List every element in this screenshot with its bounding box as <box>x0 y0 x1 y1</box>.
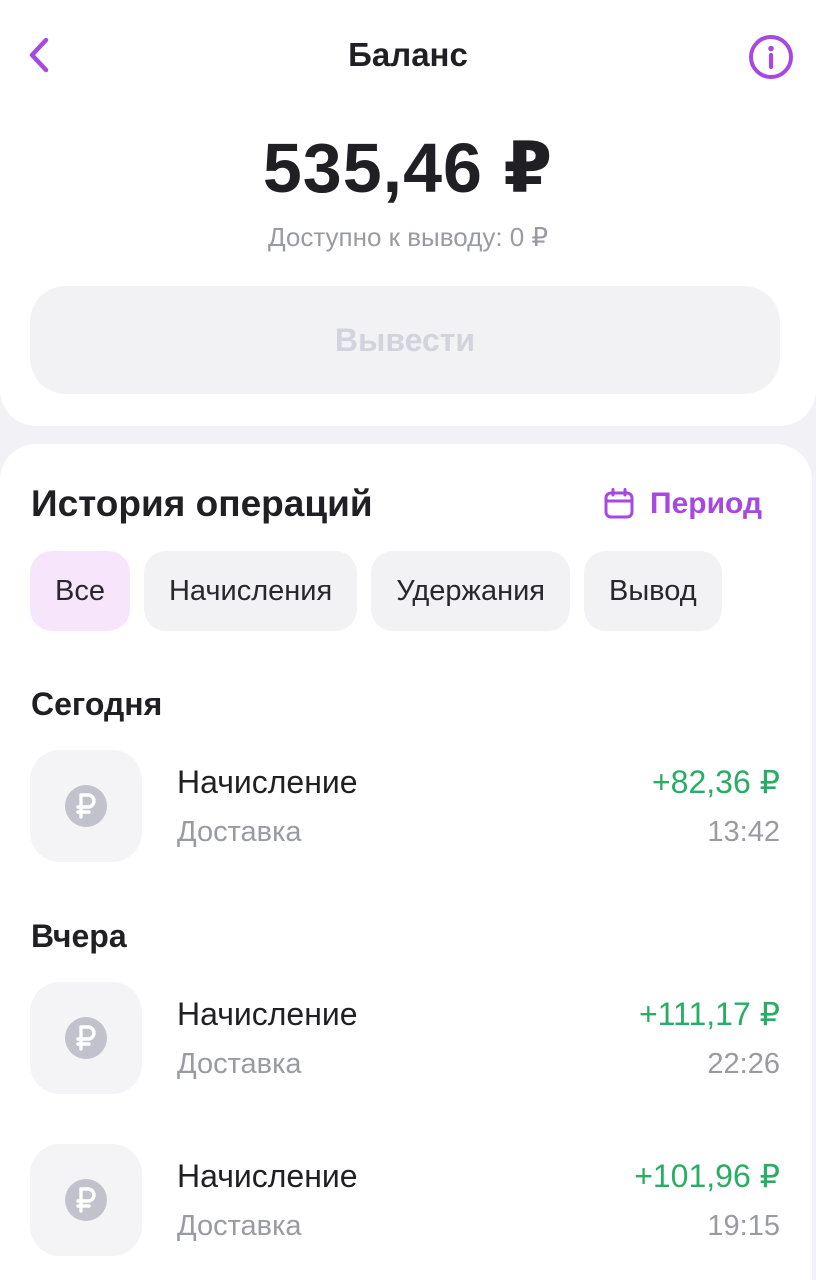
operation-title: Начисление <box>177 764 358 800</box>
balance-card: Баланс 535,46 ₽ Доступно к выводу: 0 ₽ В… <box>0 0 816 426</box>
filter-chip-deductions[interactable]: Удержания <box>371 551 570 631</box>
period-button[interactable]: Период <box>602 482 762 526</box>
filter-chip-withdrawal[interactable]: Вывод <box>583 551 722 631</box>
section-label-yesterday: Вчера <box>31 918 127 954</box>
operation-row[interactable]: Начисление Доставка +101,96 ₽ 19:15 <box>30 1144 780 1256</box>
section-label-today: Сегодня <box>31 686 163 722</box>
filter-chip-accruals[interactable]: Начисления <box>143 551 358 631</box>
operation-amount: +101,96 ₽ <box>634 1158 780 1194</box>
operation-subtitle: Доставка <box>177 1210 302 1242</box>
operation-icon-box <box>30 1144 142 1256</box>
ruble-coin-icon <box>65 785 107 827</box>
operation-row[interactable]: Начисление Доставка +111,17 ₽ 22:26 <box>30 982 780 1094</box>
operation-amount: +111,17 ₽ <box>638 996 780 1032</box>
filter-chip-all[interactable]: Все <box>30 551 130 631</box>
operation-icon-box <box>30 750 142 862</box>
operation-subtitle: Доставка <box>177 816 302 848</box>
ruble-coin-icon <box>65 1179 107 1221</box>
withdraw-button[interactable]: Вывести <box>30 286 780 394</box>
history-title: История операций <box>31 483 373 524</box>
operation-row[interactable]: Начисление Доставка +82,36 ₽ 13:42 <box>30 750 780 862</box>
history-card: История операций Период Все Начисления У… <box>0 444 812 1280</box>
calendar-icon <box>604 488 634 519</box>
operation-title: Начисление <box>177 996 358 1032</box>
operation-amount: +82,36 ₽ <box>651 764 780 800</box>
operation-time: 13:42 <box>707 816 780 848</box>
operation-icon-box <box>30 982 142 1094</box>
period-label: Период <box>650 487 762 520</box>
info-button[interactable] <box>746 32 796 82</box>
operation-title: Начисление <box>177 1158 358 1194</box>
info-icon <box>749 35 793 79</box>
operation-subtitle: Доставка <box>177 1048 302 1080</box>
page-title: Баланс <box>348 36 468 73</box>
operation-time: 22:26 <box>707 1048 780 1080</box>
available-to-withdraw: Доступно к выводу: 0 ₽ <box>267 222 549 252</box>
balance-amount: 535,46 ₽ <box>262 129 554 207</box>
filter-chips: Все Начисления Удержания Вывод <box>30 551 722 631</box>
ruble-coin-icon <box>65 1017 107 1059</box>
operation-time: 19:15 <box>707 1210 780 1242</box>
